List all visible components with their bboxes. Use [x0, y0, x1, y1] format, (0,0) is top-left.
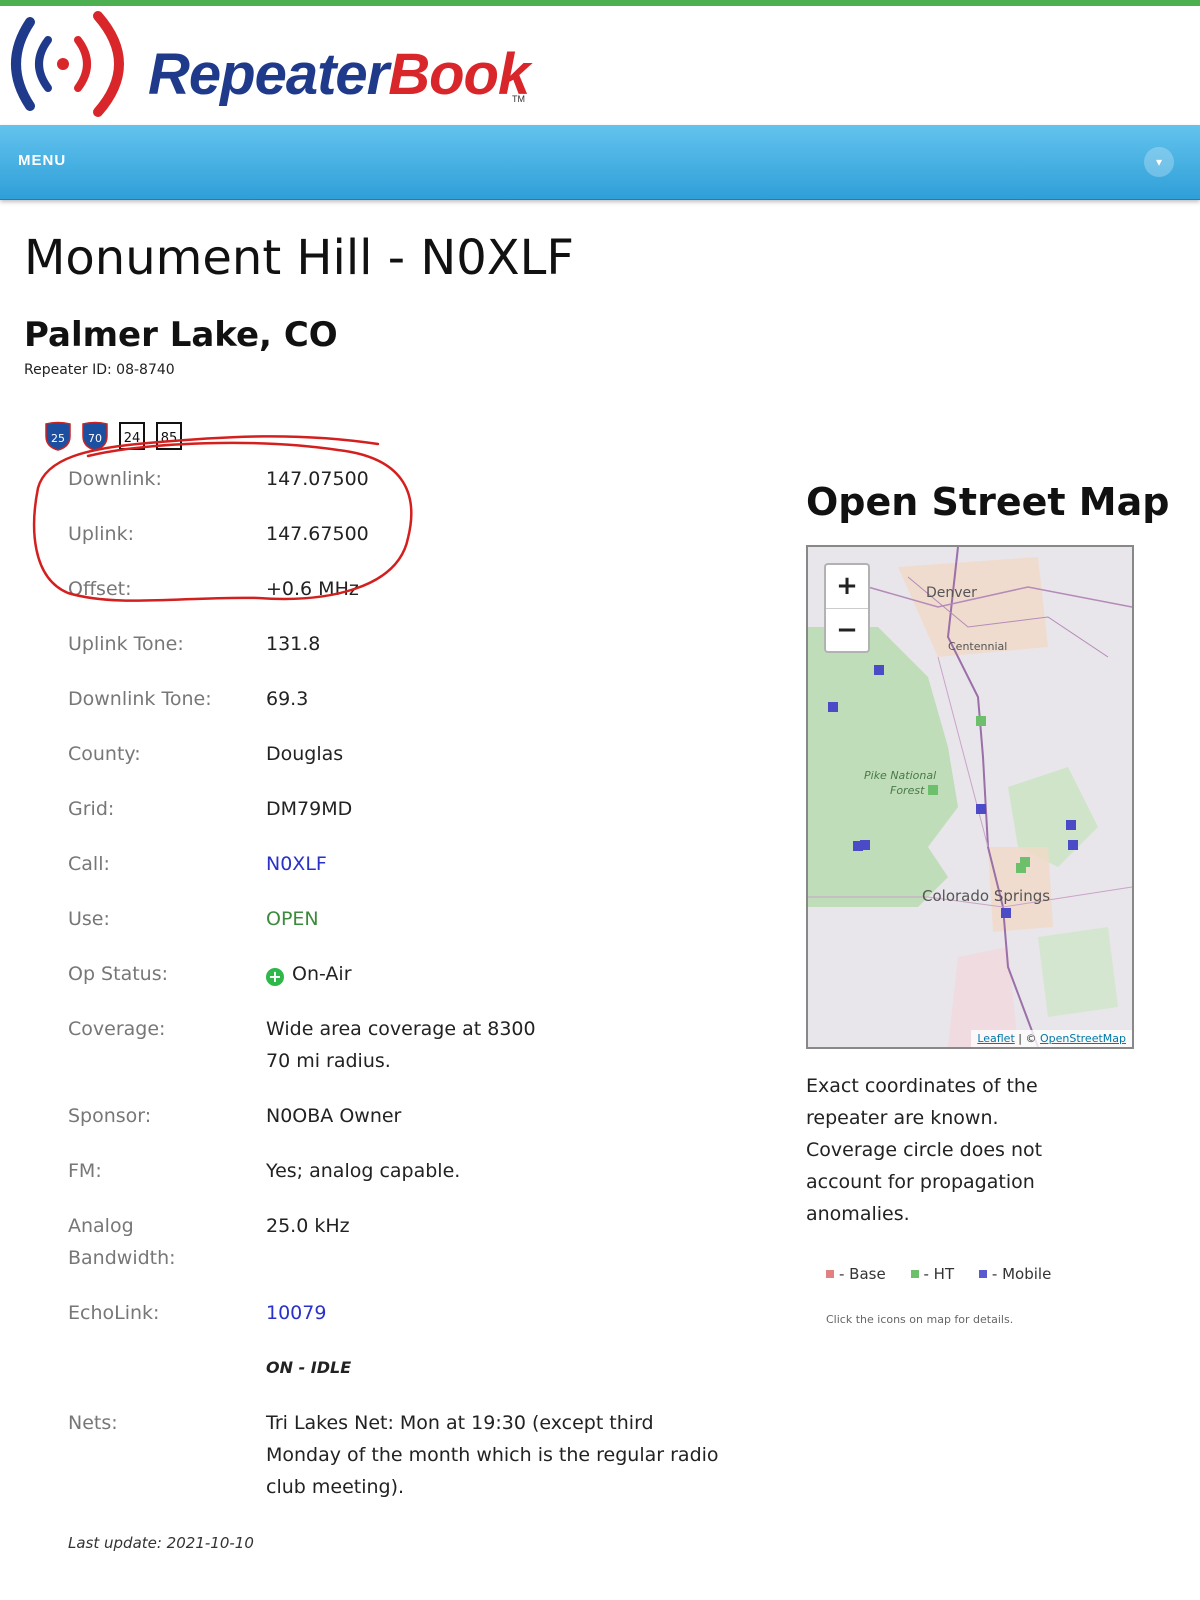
county-value: Douglas	[266, 743, 344, 765]
top-accent-stripe	[0, 0, 1200, 6]
interstate-shield-icon: 70	[82, 421, 108, 451]
nets-value-line1: Tri Lakes Net: Mon at 19:30 (except thir…	[266, 1412, 654, 1434]
call-label: Call:	[68, 853, 110, 875]
trademark-mark: TM	[512, 94, 525, 104]
ht-marker-icon	[910, 1270, 919, 1278]
uplink-value: 147.67500	[266, 523, 369, 545]
zoom-out-button[interactable]: −	[826, 609, 868, 652]
echolink-status: ON - IDLE	[266, 1358, 352, 1377]
nets-label: Nets:	[68, 1412, 118, 1434]
grid-value: DM79MD	[266, 798, 353, 820]
legend-mobile: - Mobile	[978, 1265, 1051, 1283]
map-legend: - Base - HT - Mobile	[826, 1265, 1071, 1283]
us-route-shield-icon: 85	[156, 422, 183, 450]
menu-button[interactable]: MENU	[18, 152, 66, 169]
coverage-value-line1: Wide area coverage at 8300	[266, 1018, 536, 1040]
svg-text:Denver: Denver	[926, 585, 977, 601]
downlink-value: 147.07500	[266, 468, 369, 490]
highway-shields: 25 70 24 85	[44, 421, 187, 451]
chevron-down-icon[interactable]: ▾	[1144, 147, 1174, 177]
page-subtitle-location: Palmer Lake, CO	[24, 315, 338, 355]
svg-text:85: 85	[161, 431, 178, 446]
map-coordinates-note: Exact coordinates of the repeater are kn…	[806, 1075, 1043, 1225]
analog-bandwidth-label-line2: Bandwidth:	[68, 1247, 176, 1269]
page-title: Monument Hill - N0XLF	[24, 230, 575, 286]
nets-value-line3: club meeting).	[266, 1476, 405, 1498]
uplink-tone-value: 131.8	[266, 633, 321, 655]
offset-label: Offset:	[68, 578, 132, 600]
offset-value: +0.6 MHz	[266, 578, 359, 600]
zoom-in-button[interactable]: +	[826, 565, 868, 609]
echolink-label: EchoLink:	[68, 1302, 160, 1324]
svg-text:Forest: Forest	[890, 784, 925, 797]
sponsor-value: N0OBA Owner	[266, 1105, 402, 1127]
uplink-tone-label: Uplink Tone:	[68, 633, 184, 655]
nets-value-line2: Monday of the month which is the regular…	[266, 1444, 719, 1466]
op-status-label: Op Status:	[68, 963, 169, 985]
legend-base: - Base	[826, 1265, 886, 1283]
call-sign-link[interactable]: N0XLF	[266, 853, 327, 875]
downlink-label: Downlink:	[68, 468, 162, 490]
coverage-label: Coverage:	[68, 1018, 166, 1040]
svg-text:Colorado Springs: Colorado Springs	[922, 887, 1050, 905]
on-air-status-icon: +	[266, 968, 284, 986]
map-attribution: Leaflet | © OpenStreetMap	[971, 1030, 1132, 1047]
base-marker-icon	[826, 1270, 834, 1278]
svg-text:25: 25	[51, 432, 65, 445]
uplink-label: Uplink:	[68, 523, 134, 545]
last-update: Last update: 2021-10-10	[68, 1534, 254, 1552]
map-hint: Click the icons on map for details.	[826, 1313, 1014, 1326]
street-map[interactable]: Denver Centennial Pike National Forest C…	[806, 545, 1134, 1049]
sponsor-label: Sponsor:	[68, 1105, 152, 1127]
map-zoom-control: + −	[824, 563, 870, 653]
op-status-value: On-Air	[292, 963, 352, 985]
openstreetmap-link[interactable]: OpenStreetMap	[1040, 1032, 1126, 1045]
legend-ht: - HT	[910, 1265, 954, 1283]
map-title: Open Street Map	[806, 480, 1170, 524]
analog-bandwidth-label-line1: Analog	[68, 1215, 134, 1237]
fm-value: Yes; analog capable.	[266, 1160, 461, 1182]
svg-text:70: 70	[88, 432, 102, 445]
logo-wordmark: RepeaterBook	[148, 42, 530, 107]
leaflet-link[interactable]: Leaflet	[977, 1032, 1014, 1045]
interstate-shield-icon: 25	[45, 421, 71, 451]
us-route-shield-icon: 24	[119, 422, 146, 450]
menu-bar[interactable]: MENU ▾	[0, 125, 1200, 200]
coverage-value-line2: 70 mi radius.	[266, 1050, 391, 1072]
echolink-node-link[interactable]: 10079	[266, 1302, 326, 1324]
mobile-marker-icon	[978, 1270, 987, 1278]
svg-text:24: 24	[124, 431, 141, 446]
svg-text:Pike National: Pike National	[864, 769, 936, 782]
site-logo[interactable]: RepeaterBook TM	[0, 8, 560, 120]
use-label: Use:	[68, 908, 110, 930]
analog-bandwidth-value: 25.0 kHz	[266, 1215, 350, 1237]
downlink-tone-label: Downlink Tone:	[68, 688, 212, 710]
fm-label: FM:	[68, 1160, 102, 1182]
grid-label: Grid:	[68, 798, 115, 820]
use-value: OPEN	[266, 908, 319, 930]
county-label: County:	[68, 743, 141, 765]
repeater-id: Repeater ID: 08-8740	[24, 362, 175, 378]
radio-waves-logo-icon	[11, 11, 124, 117]
svg-text:Centennial: Centennial	[948, 640, 1007, 653]
downlink-tone-value: 69.3	[266, 688, 309, 710]
